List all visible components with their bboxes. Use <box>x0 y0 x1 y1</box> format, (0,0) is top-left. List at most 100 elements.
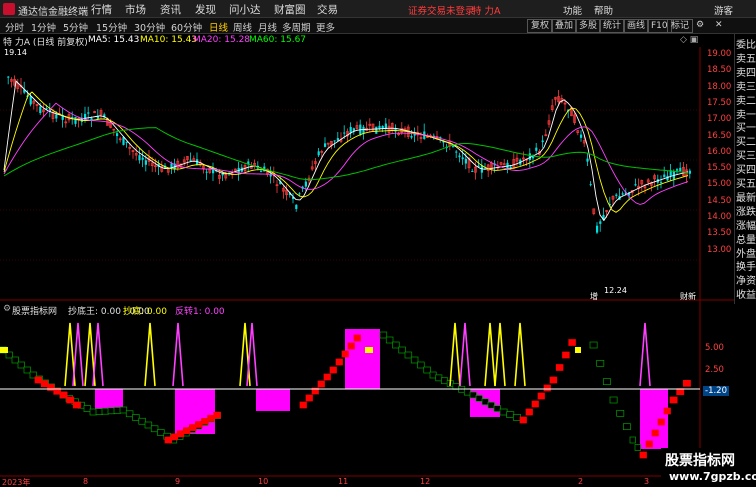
candle <box>42 103 45 118</box>
period-multi[interactable]: 多周期 <box>282 20 311 34</box>
candle <box>375 126 378 134</box>
multi-stock-button[interactable]: 多股 <box>575 19 602 33</box>
settings-gear-icon[interactable]: ⚙ <box>693 19 707 33</box>
indicator-step <box>568 339 576 346</box>
candle <box>547 114 551 128</box>
indicator-step <box>392 341 400 349</box>
period-15min[interactable]: 15分钟 <box>96 20 127 34</box>
period-60min[interactable]: 60分钟 <box>171 20 202 34</box>
indicator-step <box>475 395 483 402</box>
menu-function[interactable]: 功能 <box>563 3 582 17</box>
candle <box>173 158 176 173</box>
indicator-step <box>596 359 605 367</box>
overlay-button[interactable]: 叠加 <box>551 19 578 33</box>
indicator-step <box>609 396 618 404</box>
period-minute[interactable]: 分时 <box>5 20 24 34</box>
indicator-step <box>107 407 115 415</box>
candle <box>141 151 144 168</box>
candle <box>423 123 426 140</box>
trade-login-tip[interactable]: 证券交易未登录 <box>408 3 475 17</box>
indicator-block <box>345 329 380 389</box>
indicator-step <box>95 408 103 415</box>
indicator-step <box>132 414 140 421</box>
side-panel-item: 换手 <box>736 262 756 274</box>
period-30min[interactable]: 30分钟 <box>134 20 165 34</box>
period-weekly[interactable]: 周线 <box>233 20 252 34</box>
indicator-step <box>385 336 394 344</box>
menu-quotes[interactable]: 行情 <box>91 2 112 17</box>
indicator-step <box>66 396 75 404</box>
indicator-block <box>95 389 123 409</box>
indicator-step <box>622 423 631 431</box>
indicator-step <box>398 346 406 354</box>
statistics-button[interactable]: 统计 <box>599 19 626 33</box>
close-icon[interactable]: ✕ <box>712 19 726 33</box>
indicator-block <box>256 389 290 411</box>
indicator-step <box>410 356 419 364</box>
side-panel-item: 卖四 <box>736 67 756 79</box>
guest-user[interactable]: 游客 <box>714 3 733 17</box>
side-panel-item: 涨跌 <box>736 206 756 218</box>
indicator-step <box>651 429 659 437</box>
candle <box>384 117 387 135</box>
indicator-step <box>34 376 43 384</box>
indicator-name[interactable]: 股票指标网 <box>12 304 57 317</box>
menu-news[interactable]: 资讯 <box>160 2 181 17</box>
candle <box>118 136 122 143</box>
side-panel-item: 总量 <box>736 234 756 246</box>
indicator-step <box>519 416 527 424</box>
period-1min[interactable]: 1分钟 <box>31 20 56 34</box>
candle <box>295 204 298 212</box>
candle <box>560 94 564 104</box>
app-name: 通达信金融终端 <box>18 7 88 18</box>
menu-wealth-circle[interactable]: 财富圈 <box>274 2 306 17</box>
indicator-step <box>543 384 551 392</box>
candle <box>275 180 279 193</box>
indicator-step <box>499 408 508 416</box>
mark-button[interactable]: 标记 <box>667 19 694 33</box>
indicator-step <box>164 436 172 444</box>
candle <box>669 164 672 181</box>
candle <box>660 175 663 189</box>
ma60-value: MA60: 15.67 <box>249 35 307 45</box>
indicator-step <box>170 433 179 441</box>
price-axis-label: 16.50 <box>707 130 732 141</box>
side-panel-item: 涨幅 <box>736 220 756 232</box>
candle <box>16 78 20 93</box>
price-axis-label: 16.00 <box>707 146 732 157</box>
indicator-step <box>469 391 477 399</box>
app-logo-icon <box>3 3 15 15</box>
adjust-button[interactable]: 复权 <box>527 19 554 33</box>
indicator-step <box>335 358 343 366</box>
side-panel-item: 卖三 <box>736 81 756 93</box>
candle <box>599 219 602 232</box>
date-label-8: 8 <box>83 477 89 486</box>
indicator-mark <box>575 347 581 353</box>
indicator-step <box>423 366 431 374</box>
kline-chart[interactable]: 19.14 12.24 增 财新 <box>0 47 734 477</box>
candle <box>355 121 359 131</box>
draw-line-button[interactable]: 画线 <box>623 19 650 33</box>
candle <box>554 96 557 106</box>
candle <box>682 162 685 178</box>
period-5min[interactable]: 5分钟 <box>63 20 88 34</box>
menu-help[interactable]: 帮助 <box>594 3 613 17</box>
candle <box>656 174 659 191</box>
price-axis-label: 14.00 <box>707 212 732 222</box>
date-label-10: 10 <box>258 477 269 486</box>
chart-options-icon[interactable]: ◇ ▣ <box>680 35 698 45</box>
period-daily[interactable]: 日线 <box>209 20 228 34</box>
ma10-value: MA10: 15.43 <box>140 35 198 45</box>
candle <box>397 131 400 136</box>
menu-trade[interactable]: 交易 <box>317 2 338 17</box>
candle <box>371 123 375 132</box>
menu-market[interactable]: 市场 <box>125 2 146 17</box>
indicator-step <box>83 405 91 412</box>
menu-discover[interactable]: 发现 <box>195 2 216 17</box>
indicator-step <box>305 394 313 402</box>
indicator-step <box>417 361 425 369</box>
menu-ask-xiaoda[interactable]: 问小达 <box>229 2 261 17</box>
ma-info-row: 特 力A (日线 前复权) MA5: 15.43 MA10: 15.43 MA2… <box>0 34 700 48</box>
period-more[interactable]: 更多 <box>316 20 335 34</box>
period-monthly[interactable]: 月线 <box>258 20 277 34</box>
